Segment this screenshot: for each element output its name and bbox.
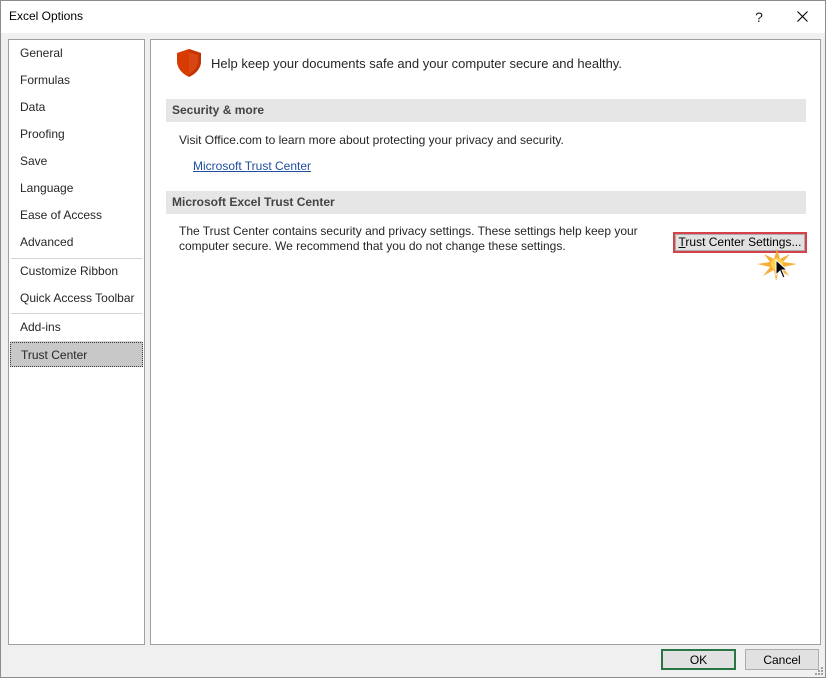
nav-divider xyxy=(11,313,142,314)
nav-item-quick-access-toolbar[interactable]: Quick Access Toolbar xyxy=(10,286,143,311)
nav-item-general[interactable]: General xyxy=(10,41,143,66)
security-description: Visit Office.com to learn more about pro… xyxy=(179,133,564,147)
title-bar: Excel Options ? xyxy=(1,1,825,33)
help-button[interactable]: ? xyxy=(741,1,777,33)
trust-center-description: The Trust Center contains security and p… xyxy=(179,224,638,253)
click-highlight-cursor xyxy=(757,249,797,288)
mouse-pointer-icon xyxy=(775,259,789,279)
nav-item-formulas[interactable]: Formulas xyxy=(10,68,143,93)
nav-item-data[interactable]: Data xyxy=(10,95,143,120)
close-button[interactable] xyxy=(783,1,823,33)
trust-center-panel: Help keep your documents safe and your c… xyxy=(150,39,821,645)
button-label: rust Center Settings... xyxy=(685,235,802,249)
resize-grip-icon[interactable] xyxy=(813,665,823,675)
ok-button[interactable]: OK xyxy=(661,649,736,670)
intro-text: Help keep your documents safe and your c… xyxy=(211,56,622,71)
options-category-list: General Formulas Data Proofing Save Lang… xyxy=(8,39,145,645)
nav-item-proofing[interactable]: Proofing xyxy=(10,122,143,147)
microsoft-trust-center-link[interactable]: Microsoft Trust Center xyxy=(193,159,311,173)
nav-item-trust-center[interactable]: Trust Center xyxy=(10,342,143,367)
nav-item-language[interactable]: Language xyxy=(10,176,143,201)
nav-item-customize-ribbon[interactable]: Customize Ribbon xyxy=(10,259,143,284)
excel-options-dialog: Excel Options ? General Formulas Data Pr… xyxy=(0,0,826,678)
nav-item-advanced[interactable]: Advanced xyxy=(10,230,143,255)
close-icon xyxy=(797,11,808,22)
section-header-trust-center: Microsoft Excel Trust Center xyxy=(166,191,806,214)
section-header-security: Security & more xyxy=(166,99,806,122)
shield-icon xyxy=(177,49,201,77)
nav-item-add-ins[interactable]: Add-ins xyxy=(10,315,143,340)
window-title: Excel Options xyxy=(9,9,84,23)
access-key-letter: T xyxy=(678,235,686,249)
nav-item-save[interactable]: Save xyxy=(10,149,143,174)
nav-item-ease-of-access[interactable]: Ease of Access xyxy=(10,203,143,228)
cancel-button[interactable]: Cancel xyxy=(745,649,819,670)
